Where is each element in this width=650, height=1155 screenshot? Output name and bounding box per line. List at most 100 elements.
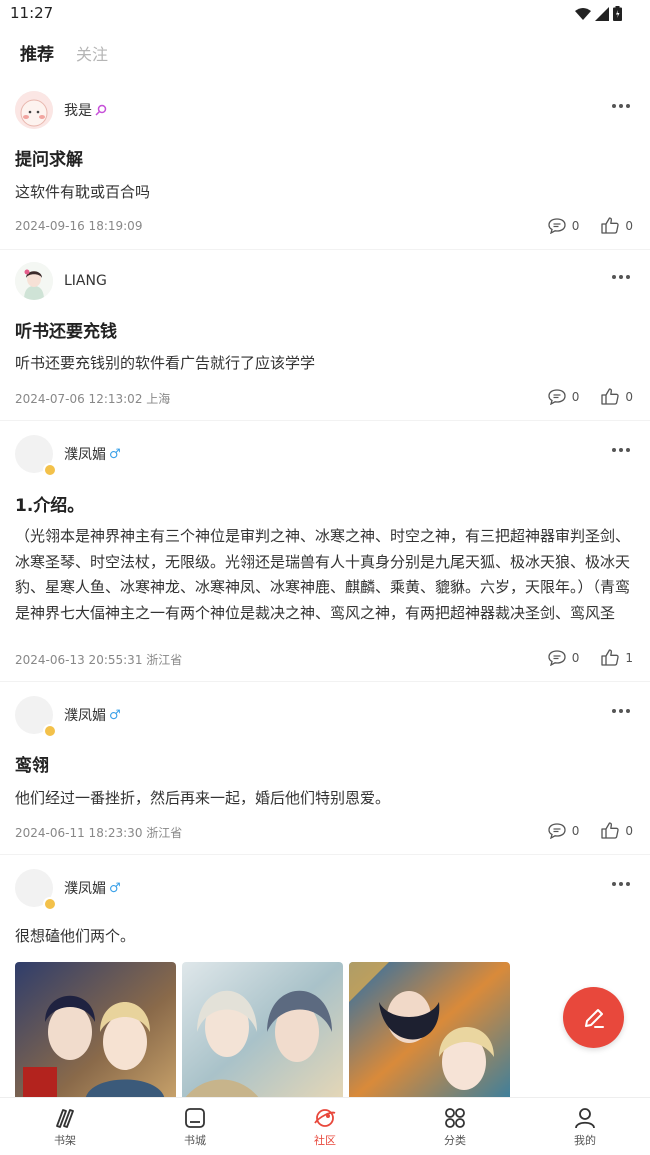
category-icon xyxy=(445,1108,465,1128)
post-card[interactable]: LIANG 听书还要充钱 听书还要充钱别的软件看广告就行了应该学学 2024-0… xyxy=(0,261,650,421)
avatar[interactable] xyxy=(15,435,57,477)
avatar[interactable] xyxy=(15,696,57,738)
post-body: （光翎本是神界神主有三个神位是审判之神、冰寒之神、时空之神，有三把超神器审判圣剑… xyxy=(15,527,631,622)
post-title: 提问求解 xyxy=(15,150,83,170)
thumbs-up-icon xyxy=(601,649,620,666)
battery-icon xyxy=(613,6,622,21)
vip-badge xyxy=(43,724,57,738)
thumbs-up-icon xyxy=(601,388,620,405)
post-image[interactable] xyxy=(15,962,176,1102)
tab-following[interactable]: 关注 xyxy=(76,41,108,65)
post-timestamp: 2024-07-06 12:13:02 上海 xyxy=(15,392,171,406)
nav-label: 我的 xyxy=(574,1134,596,1147)
status-icons xyxy=(575,6,622,21)
post-timestamp: 2024-06-13 20:55:31 浙江省 xyxy=(15,653,183,667)
post-actions: 0 1 xyxy=(548,649,633,666)
pencil-icon xyxy=(584,1008,604,1028)
status-bar: 11:27 xyxy=(0,0,650,28)
avatar[interactable] xyxy=(15,91,53,129)
post-actions: 0 0 xyxy=(548,388,633,405)
like-count: 1 xyxy=(625,650,633,665)
comment-icon xyxy=(548,822,566,839)
post-body: 这软件有耽或百合吗 xyxy=(15,183,151,201)
nav-category[interactable]: 分类 xyxy=(390,1098,520,1155)
post-title: 1.介绍。 xyxy=(15,496,85,516)
more-icon[interactable] xyxy=(612,275,630,279)
post-card[interactable]: 濮凤媚 ♂ 很想磕他们两个。 xyxy=(0,868,650,1102)
nav-label: 书架 xyxy=(54,1134,76,1147)
post-body: 很想磕他们两个。 xyxy=(15,927,136,945)
thumbs-up-icon xyxy=(601,217,620,234)
comment-icon xyxy=(548,649,566,666)
compose-button[interactable] xyxy=(563,987,624,1048)
vip-badge xyxy=(43,463,57,477)
post-timestamp: 2024-09-16 18:19:09 xyxy=(15,219,143,233)
male-gender-icon: ♂ xyxy=(109,446,121,462)
post-image-row xyxy=(15,962,510,1102)
username[interactable]: 濮凤媚 ♂ xyxy=(64,878,121,898)
like-button[interactable]: 0 xyxy=(601,388,633,405)
profile-icon xyxy=(575,1108,595,1129)
nav-community[interactable]: 社区 xyxy=(260,1098,390,1155)
top-tabs: 推荐 关注 xyxy=(20,40,108,65)
nav-profile[interactable]: 我的 xyxy=(520,1098,650,1155)
like-button[interactable]: 0 xyxy=(601,822,633,839)
vip-badge xyxy=(43,897,57,911)
nav-label: 分类 xyxy=(444,1134,466,1147)
post-image[interactable] xyxy=(349,962,510,1102)
like-button[interactable]: 0 xyxy=(601,217,633,234)
nav-label: 社区 xyxy=(314,1134,336,1147)
post-title: 鸾翎 xyxy=(15,756,49,776)
more-icon[interactable] xyxy=(612,104,630,108)
username-text: 我是 xyxy=(64,103,92,119)
post-card[interactable]: 濮凤媚 ♂ 鸾翎 他们经过一番挫折，然后再来一起，婚后他们特别恩爱。 2024-… xyxy=(0,695,650,855)
post-actions: 0 0 xyxy=(548,217,633,234)
post-header: 濮凤媚 ♂ xyxy=(15,695,121,738)
post-header: LIANG xyxy=(15,261,107,301)
post-card[interactable]: 我是 提问求解 这软件有耽或百合吗 2024-09-16 18:19:09 0 … xyxy=(0,90,650,250)
username-text: 濮凤媚 xyxy=(64,708,106,724)
comment-icon xyxy=(548,388,566,405)
bottom-nav: 书架 书城 社区 分类 我的 xyxy=(0,1097,650,1155)
post-card[interactable]: 濮凤媚 ♂ 1.介绍。 （光翎本是神界神主有三个神位是审判之神、冰寒之神、时空之… xyxy=(0,434,650,682)
comment-button[interactable]: 0 xyxy=(548,217,580,234)
more-icon[interactable] xyxy=(612,882,630,886)
comment-count: 0 xyxy=(571,218,580,233)
avatar[interactable] xyxy=(15,869,57,911)
username-text: 濮凤媚 xyxy=(64,881,106,897)
username[interactable]: 我是 xyxy=(64,100,107,120)
username[interactable]: LIANG xyxy=(64,273,107,289)
comment-count: 0 xyxy=(571,650,580,665)
post-actions: 0 0 xyxy=(548,822,633,839)
status-time: 11:27 xyxy=(10,4,54,22)
thumbs-up-icon xyxy=(601,822,620,839)
comment-button[interactable]: 0 xyxy=(548,649,580,666)
like-button[interactable]: 1 xyxy=(601,649,633,666)
post-title: 听书还要充钱 xyxy=(15,322,117,342)
tab-recommend[interactable]: 推荐 xyxy=(20,40,54,65)
post-body: 听书还要充钱别的软件看广告就行了应该学学 xyxy=(15,354,316,372)
signal-icon xyxy=(595,6,609,21)
username[interactable]: 濮凤媚 ♂ xyxy=(64,444,121,464)
post-header: 濮凤媚 ♂ xyxy=(15,868,121,911)
nav-bookshelf[interactable]: 书架 xyxy=(0,1098,130,1155)
comment-count: 0 xyxy=(571,389,580,404)
comment-button[interactable]: 0 xyxy=(548,388,580,405)
like-count: 0 xyxy=(625,823,633,838)
post-header: 我是 xyxy=(15,90,107,130)
username-text: LIANG xyxy=(64,273,107,289)
like-count: 0 xyxy=(625,218,633,233)
nav-bookstore[interactable]: 书城 xyxy=(130,1098,260,1155)
male-gender-icon: ♂ xyxy=(109,880,121,896)
more-icon[interactable] xyxy=(612,709,630,713)
avatar[interactable] xyxy=(15,262,53,300)
comment-button[interactable]: 0 xyxy=(548,822,580,839)
post-image[interactable] xyxy=(182,962,343,1102)
male-gender-icon: ♂ xyxy=(109,707,121,723)
username[interactable]: 濮凤媚 ♂ xyxy=(64,705,121,725)
post-header: 濮凤媚 ♂ xyxy=(15,434,121,477)
like-count: 0 xyxy=(625,389,633,404)
community-icon xyxy=(314,1109,336,1127)
comment-count: 0 xyxy=(571,823,580,838)
more-icon[interactable] xyxy=(612,448,630,452)
